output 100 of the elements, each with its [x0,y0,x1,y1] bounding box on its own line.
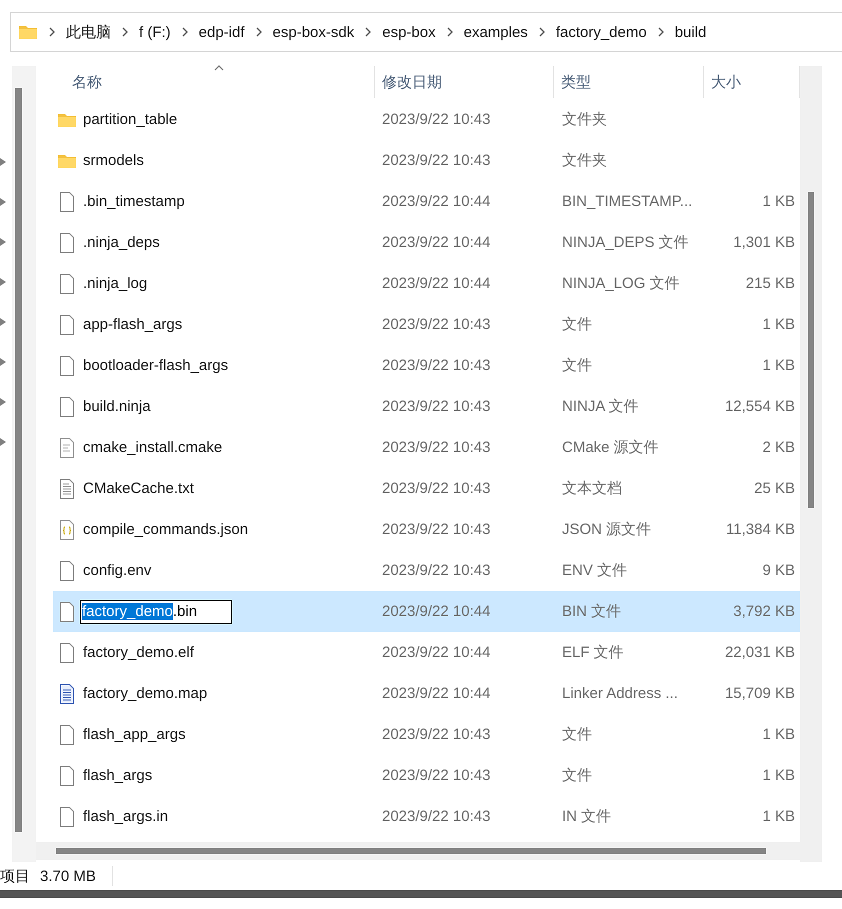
chevron-icon [538,27,546,37]
file-row[interactable]: .ninja_log 2023/9/22 10:44 NINJA_LOG 文件 215 KB [53,263,800,304]
file-type: NINJA_DEPS 文件 [561,233,690,252]
file-type: BIN 文件 [561,602,622,621]
file-row[interactable]: factory_demo.map 2023/9/22 10:44 Linker Address ... 15,709 KB [53,673,800,714]
file-icon [58,602,76,622]
file-icon [58,396,76,416]
file-type: NINJA_LOG 文件 [561,274,681,293]
file-size: 3,792 KB [732,603,796,620]
breadcrumb-item[interactable]: build [668,24,712,40]
file-icon [58,766,76,786]
file-size: 1 KB [761,193,796,210]
file-name: srmodels [83,152,144,169]
file-row[interactable]: flash_args.in 2023/9/22 10:43 IN 文件 1 KB [53,796,800,837]
chevron-icon [48,27,56,37]
chevron-icon [446,27,454,37]
chevron-icon [121,27,129,37]
scrollbar-thumb[interactable] [15,88,22,832]
file-name: app-flash_args [83,316,182,333]
file-type: 文件夹 [561,110,608,129]
file-row[interactable]: flash_app_args 2023/9/22 10:43 文件 1 KB [53,714,800,755]
modified-date: 2023/9/22 10:43 [381,439,492,456]
breadcrumb-item[interactable]: 此电脑 [60,22,117,42]
breadcrumb-item[interactable]: f (F:) [133,24,177,40]
file-row[interactable]: factory_demo.elf 2023/9/22 10:44 ELF 文件 22,031 KB [53,632,800,673]
document-icon [58,438,76,458]
text-file-icon [58,478,76,498]
file-row[interactable]: .bin_timestamp 2023/9/22 10:44 BIN_TIMESTAMP... 1 KB [53,181,800,222]
modified-date: 2023/9/22 10:43 [381,480,492,497]
file-row[interactable]: config.env 2023/9/22 10:43 ENV 文件 9 KB [53,550,800,591]
breadcrumb-item[interactable]: esp-box-sdk [266,24,360,40]
document-icon [58,684,76,704]
file-size: 25 KB [753,480,796,497]
file-type: IN 文件 [561,807,612,826]
scrollbar-thumb[interactable] [56,848,766,854]
file-row[interactable]: partition_table 2023/9/22 10:43 文件夹 [53,99,800,140]
file-icon [58,274,76,294]
file-icon [58,356,76,376]
file-name: flash_args.in [83,808,168,825]
file-size: 1,301 KB [732,234,796,251]
file-size: 1 KB [761,316,796,333]
file-row[interactable]: build.ninja 2023/9/22 10:43 NINJA 文件 12,554 KB [53,386,800,427]
scrollbar-thumb[interactable] [808,192,814,508]
file-row[interactable]: compile_commands.json 2023/9/22 10:43 JSON 源文件 11,384 KB [53,509,800,550]
modified-date: 2023/9/22 10:43 [381,316,492,333]
json-file-icon [58,520,76,540]
modified-date: 2023/9/22 10:43 [381,562,492,579]
file-icon [58,806,76,826]
file-type: CMake 源文件 [561,438,660,457]
chevron-icon [0,398,6,406]
breadcrumb-item[interactable]: edp-idf [192,24,251,40]
modified-date: 2023/9/22 10:44 [381,644,492,661]
column-header[interactable]: 修改日期 [375,66,554,98]
file-row[interactable]: .ninja_deps 2023/9/22 10:44 NINJA_DEPS 文件 1,301 KB [53,222,800,263]
breadcrumb-item[interactable]: esp-box [376,24,442,40]
selected-row[interactable]: factory_demo.bin 2023/9/22 10:44 BIN 文件 3,792 KB [53,591,800,632]
file-size: 1 KB [761,357,796,374]
column-header[interactable]: 类型 [554,66,704,98]
column-header[interactable]: 名称 [36,66,375,98]
file-row[interactable]: app-flash_args 2023/9/22 10:43 文件 1 KB [53,304,800,345]
rename-field[interactable]: factory_demo.bin [80,600,232,624]
file-row[interactable]: flash_args 2023/9/22 10:43 文件 1 KB [53,755,800,796]
file-name: .ninja_log [83,275,148,292]
file-size: 15,709 KB [724,685,796,702]
file-icon [58,642,76,662]
vertical-scrollbar[interactable] [800,66,822,862]
breadcrumb-item[interactable]: examples [458,24,534,40]
modified-date: 2023/9/22 10:43 [381,152,492,169]
file-size: 1 KB [761,767,796,784]
file-type: 文件 [561,356,593,375]
file-type: ENV 文件 [561,561,628,580]
file-type: Linker Address ... [561,685,679,702]
file-size: 215 KB [744,275,796,292]
file-name: flash_args [83,767,152,784]
file-icon [58,724,76,744]
modified-date: 2023/9/22 10:43 [381,111,492,128]
chevron-icon [0,198,6,206]
chevron-icon [0,238,6,246]
file-size: 2 KB [761,439,796,456]
breadcrumb-item[interactable]: factory_demo [550,24,653,40]
file-name: cmake_install.cmake [83,439,222,456]
file-type: 文件 [561,725,593,744]
file-name: build.ninja [83,398,151,415]
chevron-icon [254,27,263,37]
modified-date: 2023/9/22 10:43 [381,726,492,743]
chevron-icon [656,27,665,37]
modified-date: 2023/9/22 10:43 [381,808,492,825]
chevron-icon [180,27,189,37]
file-row[interactable]: bootloader-flash_args 2023/9/22 10:43 文件 1 KB [53,345,800,386]
chevron-icon [0,158,6,166]
file-row[interactable]: CMakeCache.txt 2023/9/22 10:43 文本文档 25 KB [53,468,800,509]
modified-date: 2023/9/22 10:44 [381,193,492,210]
modified-date: 2023/9/22 10:43 [381,398,492,415]
file-row[interactable]: cmake_install.cmake 2023/9/22 10:43 CMake 源文件 2 KB [53,427,800,468]
selection-size: 3.70 MB [40,868,96,884]
file-type: NINJA 文件 [561,397,640,416]
file-icon [58,560,76,580]
file-size: 11,384 KB [725,521,796,538]
file-name: config.env [83,562,152,579]
file-row[interactable]: srmodels 2023/9/22 10:43 文件夹 [53,140,800,181]
